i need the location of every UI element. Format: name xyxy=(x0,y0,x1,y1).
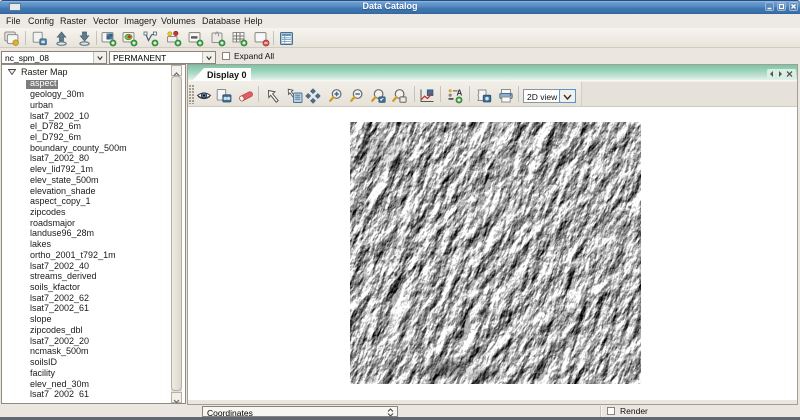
svg-text:A: A xyxy=(457,89,463,98)
